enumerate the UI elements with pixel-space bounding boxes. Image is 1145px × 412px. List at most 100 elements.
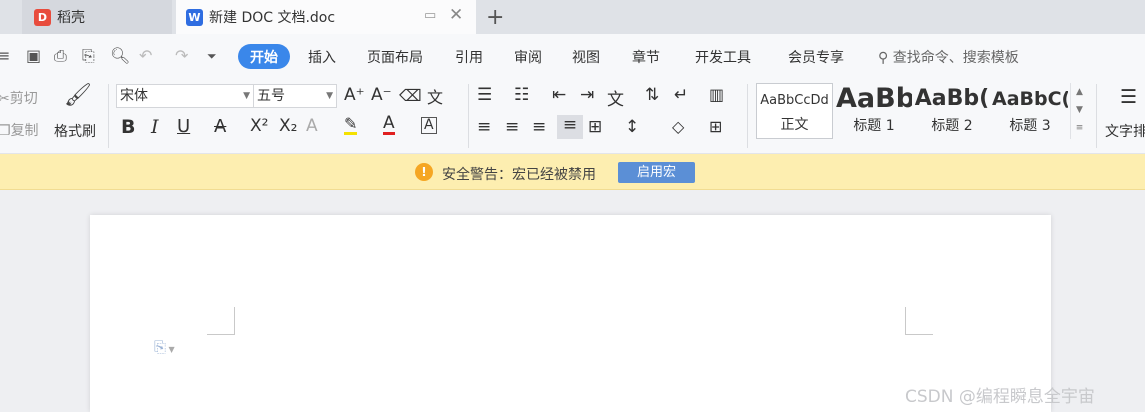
menu-references[interactable]: 引用 xyxy=(455,47,483,67)
justify-icon[interactable]: ≡ xyxy=(557,115,583,139)
style-heading-3-label: 标题 3 xyxy=(1009,118,1051,134)
ribbon-toolbar: ✂剪切 ❐复制 🖌︎ 格式刷 宋体 ▼ 五号 ▼ A⁺ A⁻ ⌫ 文 B I U A… xyxy=(0,80,1145,154)
print-icon[interactable]: ⎘ xyxy=(82,46,95,66)
menu-review[interactable]: 审阅 xyxy=(514,47,542,67)
margin-marker-left xyxy=(207,307,235,335)
divider xyxy=(747,84,748,148)
menu-start[interactable]: 开始 xyxy=(238,44,290,69)
style-heading-2-label: 标题 2 xyxy=(931,118,973,134)
italic-icon[interactable]: I xyxy=(151,116,159,138)
increase-indent-icon[interactable]: ⇥ xyxy=(580,85,594,105)
font-color-icon[interactable]: A xyxy=(383,114,395,135)
subscript-icon[interactable]: X₂ xyxy=(279,116,297,136)
warning-icon: ! xyxy=(415,163,433,181)
format-painter-label[interactable]: 格式刷 xyxy=(54,121,96,141)
grow-font-icon[interactable]: A⁺ xyxy=(344,85,365,105)
clear-format-icon[interactable]: ⌫ xyxy=(399,86,422,105)
export-icon[interactable]: ⎙ xyxy=(54,46,67,66)
copy-button[interactable]: ❐复制 xyxy=(0,120,39,140)
watermark: CSDN @编程瞬息全宇宙 xyxy=(905,387,1095,407)
style-normal-label: 正文 xyxy=(780,117,809,133)
menu-chapter[interactable]: 章节 xyxy=(632,47,660,67)
menu-member[interactable]: 会员专享 xyxy=(788,47,844,67)
style-heading-2[interactable]: AaBb( 标题 2 xyxy=(914,83,990,139)
decrease-indent-icon[interactable]: ⇤ xyxy=(552,85,566,105)
divider xyxy=(1096,84,1097,148)
tab-docer[interactable]: D 稻壳 xyxy=(22,0,172,34)
chevron-down-icon: ▼ xyxy=(326,91,333,101)
shading-icon[interactable]: ◇ xyxy=(672,117,684,136)
close-tab-icon[interactable]: ✕ xyxy=(449,5,463,25)
align-right-icon[interactable]: ≡ xyxy=(532,117,546,137)
paste-options-icon[interactable]: ⎘ ▼ xyxy=(154,338,175,356)
new-tab-button[interactable]: + xyxy=(486,5,504,30)
highlight-icon[interactable]: ✎ xyxy=(344,116,358,135)
shrink-font-icon[interactable]: A⁻ xyxy=(371,85,392,105)
style-heading-1-preview: AaBb xyxy=(836,83,912,114)
window-mode-icon[interactable]: ▭ xyxy=(424,8,436,23)
text-effect-icon[interactable]: A xyxy=(306,116,318,136)
bullet-list-icon[interactable]: ☰ xyxy=(477,85,492,105)
divider xyxy=(468,84,469,148)
style-heading-3[interactable]: AaBbC( 标题 3 xyxy=(992,83,1068,139)
security-warning-text: 安全警告：宏已经被禁用 xyxy=(442,167,596,183)
menu-page-layout[interactable]: 页面布局 xyxy=(367,47,423,67)
tab-docer-label: 稻壳 xyxy=(57,10,85,26)
search-placeholder: 查找命令、搜索模板 xyxy=(892,50,1019,66)
word-doc-icon: W xyxy=(186,8,203,26)
command-search[interactable]: ⚲ 查找命令、搜索模板 xyxy=(878,47,1019,67)
sort-icon[interactable]: ⇅ xyxy=(645,85,659,105)
menu-insert[interactable]: 插入 xyxy=(308,47,336,67)
tab-stops-icon[interactable]: ▥ xyxy=(709,85,724,104)
copy-label: 复制 xyxy=(10,123,39,139)
menu-developer[interactable]: 开发工具 xyxy=(695,47,751,67)
strikethrough-icon[interactable]: A xyxy=(214,116,226,137)
bold-icon[interactable]: B xyxy=(121,116,135,138)
distributed-icon[interactable]: ⊞ xyxy=(588,117,602,137)
borders-icon[interactable]: ⊞ xyxy=(709,117,722,136)
font-name-select[interactable]: 宋体 ▼ xyxy=(116,84,254,108)
text-layout-icon[interactable]: ☰ xyxy=(1120,86,1137,108)
menu-bar: ≡ ▣ ⎙ ⎘ 🔍︎ ↶ ↷ ⏷ 开始 插入 页面布局 引用 审阅 视图 章节 … xyxy=(0,34,1145,80)
redo-icon[interactable]: ↷ xyxy=(175,46,188,65)
enable-macro-button[interactable]: 启用宏 xyxy=(618,162,695,183)
character-border-icon[interactable]: A xyxy=(421,117,437,134)
text-layout-label[interactable]: 文字排 xyxy=(1105,121,1145,141)
style-heading-1[interactable]: AaBb 标题 1 xyxy=(836,83,912,139)
style-normal[interactable]: AaBbCcDd 正文 xyxy=(756,83,833,139)
tab-document[interactable]: W 新建 DOC 文档.doc ▭ ✕ xyxy=(176,0,476,34)
print-preview-icon[interactable]: 🔍︎ xyxy=(110,46,130,65)
divider xyxy=(108,84,109,148)
save-icon[interactable]: ▣ xyxy=(26,46,41,65)
brush-icon[interactable]: 🖌︎ xyxy=(64,83,92,108)
style-normal-preview: AaBbCcDd xyxy=(760,93,829,108)
line-spacing-icon[interactable]: ↕ xyxy=(625,117,639,137)
style-heading-1-label: 标题 1 xyxy=(853,118,895,134)
underline-icon[interactable]: U xyxy=(177,116,190,137)
file-menu-icon[interactable]: ≡ xyxy=(0,46,10,65)
align-center-icon[interactable]: ≡ xyxy=(505,117,519,137)
customize-toolbar-icon[interactable]: ⏷ xyxy=(207,49,217,64)
menu-view[interactable]: 视图 xyxy=(572,47,600,67)
style-gallery-scroll[interactable]: ▲ ▼ ≡ xyxy=(1070,83,1088,139)
align-left-icon[interactable]: ≡ xyxy=(477,117,491,137)
chinese-layout-icon[interactable]: 文 xyxy=(607,85,624,110)
tab-document-label: 新建 DOC 文档.doc xyxy=(209,10,336,26)
copy-icon: ❐ xyxy=(0,123,11,139)
font-size-value: 五号 xyxy=(257,88,285,104)
scissors-icon: ✂ xyxy=(0,91,10,107)
style-heading-3-preview: AaBbC( xyxy=(992,88,1068,110)
font-size-select[interactable]: 五号 ▼ xyxy=(253,84,337,108)
security-warning-bar: ! 安全警告：宏已经被禁用 启用宏 xyxy=(0,154,1145,190)
show-marks-icon[interactable]: ↵ xyxy=(674,85,688,105)
chevron-down-icon: ▼ xyxy=(243,91,250,101)
margin-marker-right xyxy=(905,307,933,335)
phonetic-guide-icon[interactable]: 文 xyxy=(427,84,443,108)
superscript-icon[interactable]: X² xyxy=(250,116,268,136)
search-icon: ⚲ xyxy=(878,50,889,66)
font-name-value: 宋体 xyxy=(120,88,148,104)
cut-button[interactable]: ✂剪切 xyxy=(0,88,38,108)
undo-icon[interactable]: ↶ xyxy=(139,46,152,65)
title-tab-bar: D 稻壳 W 新建 DOC 文档.doc ▭ ✕ + xyxy=(0,0,1145,34)
numbered-list-icon[interactable]: ☷ xyxy=(514,85,529,105)
